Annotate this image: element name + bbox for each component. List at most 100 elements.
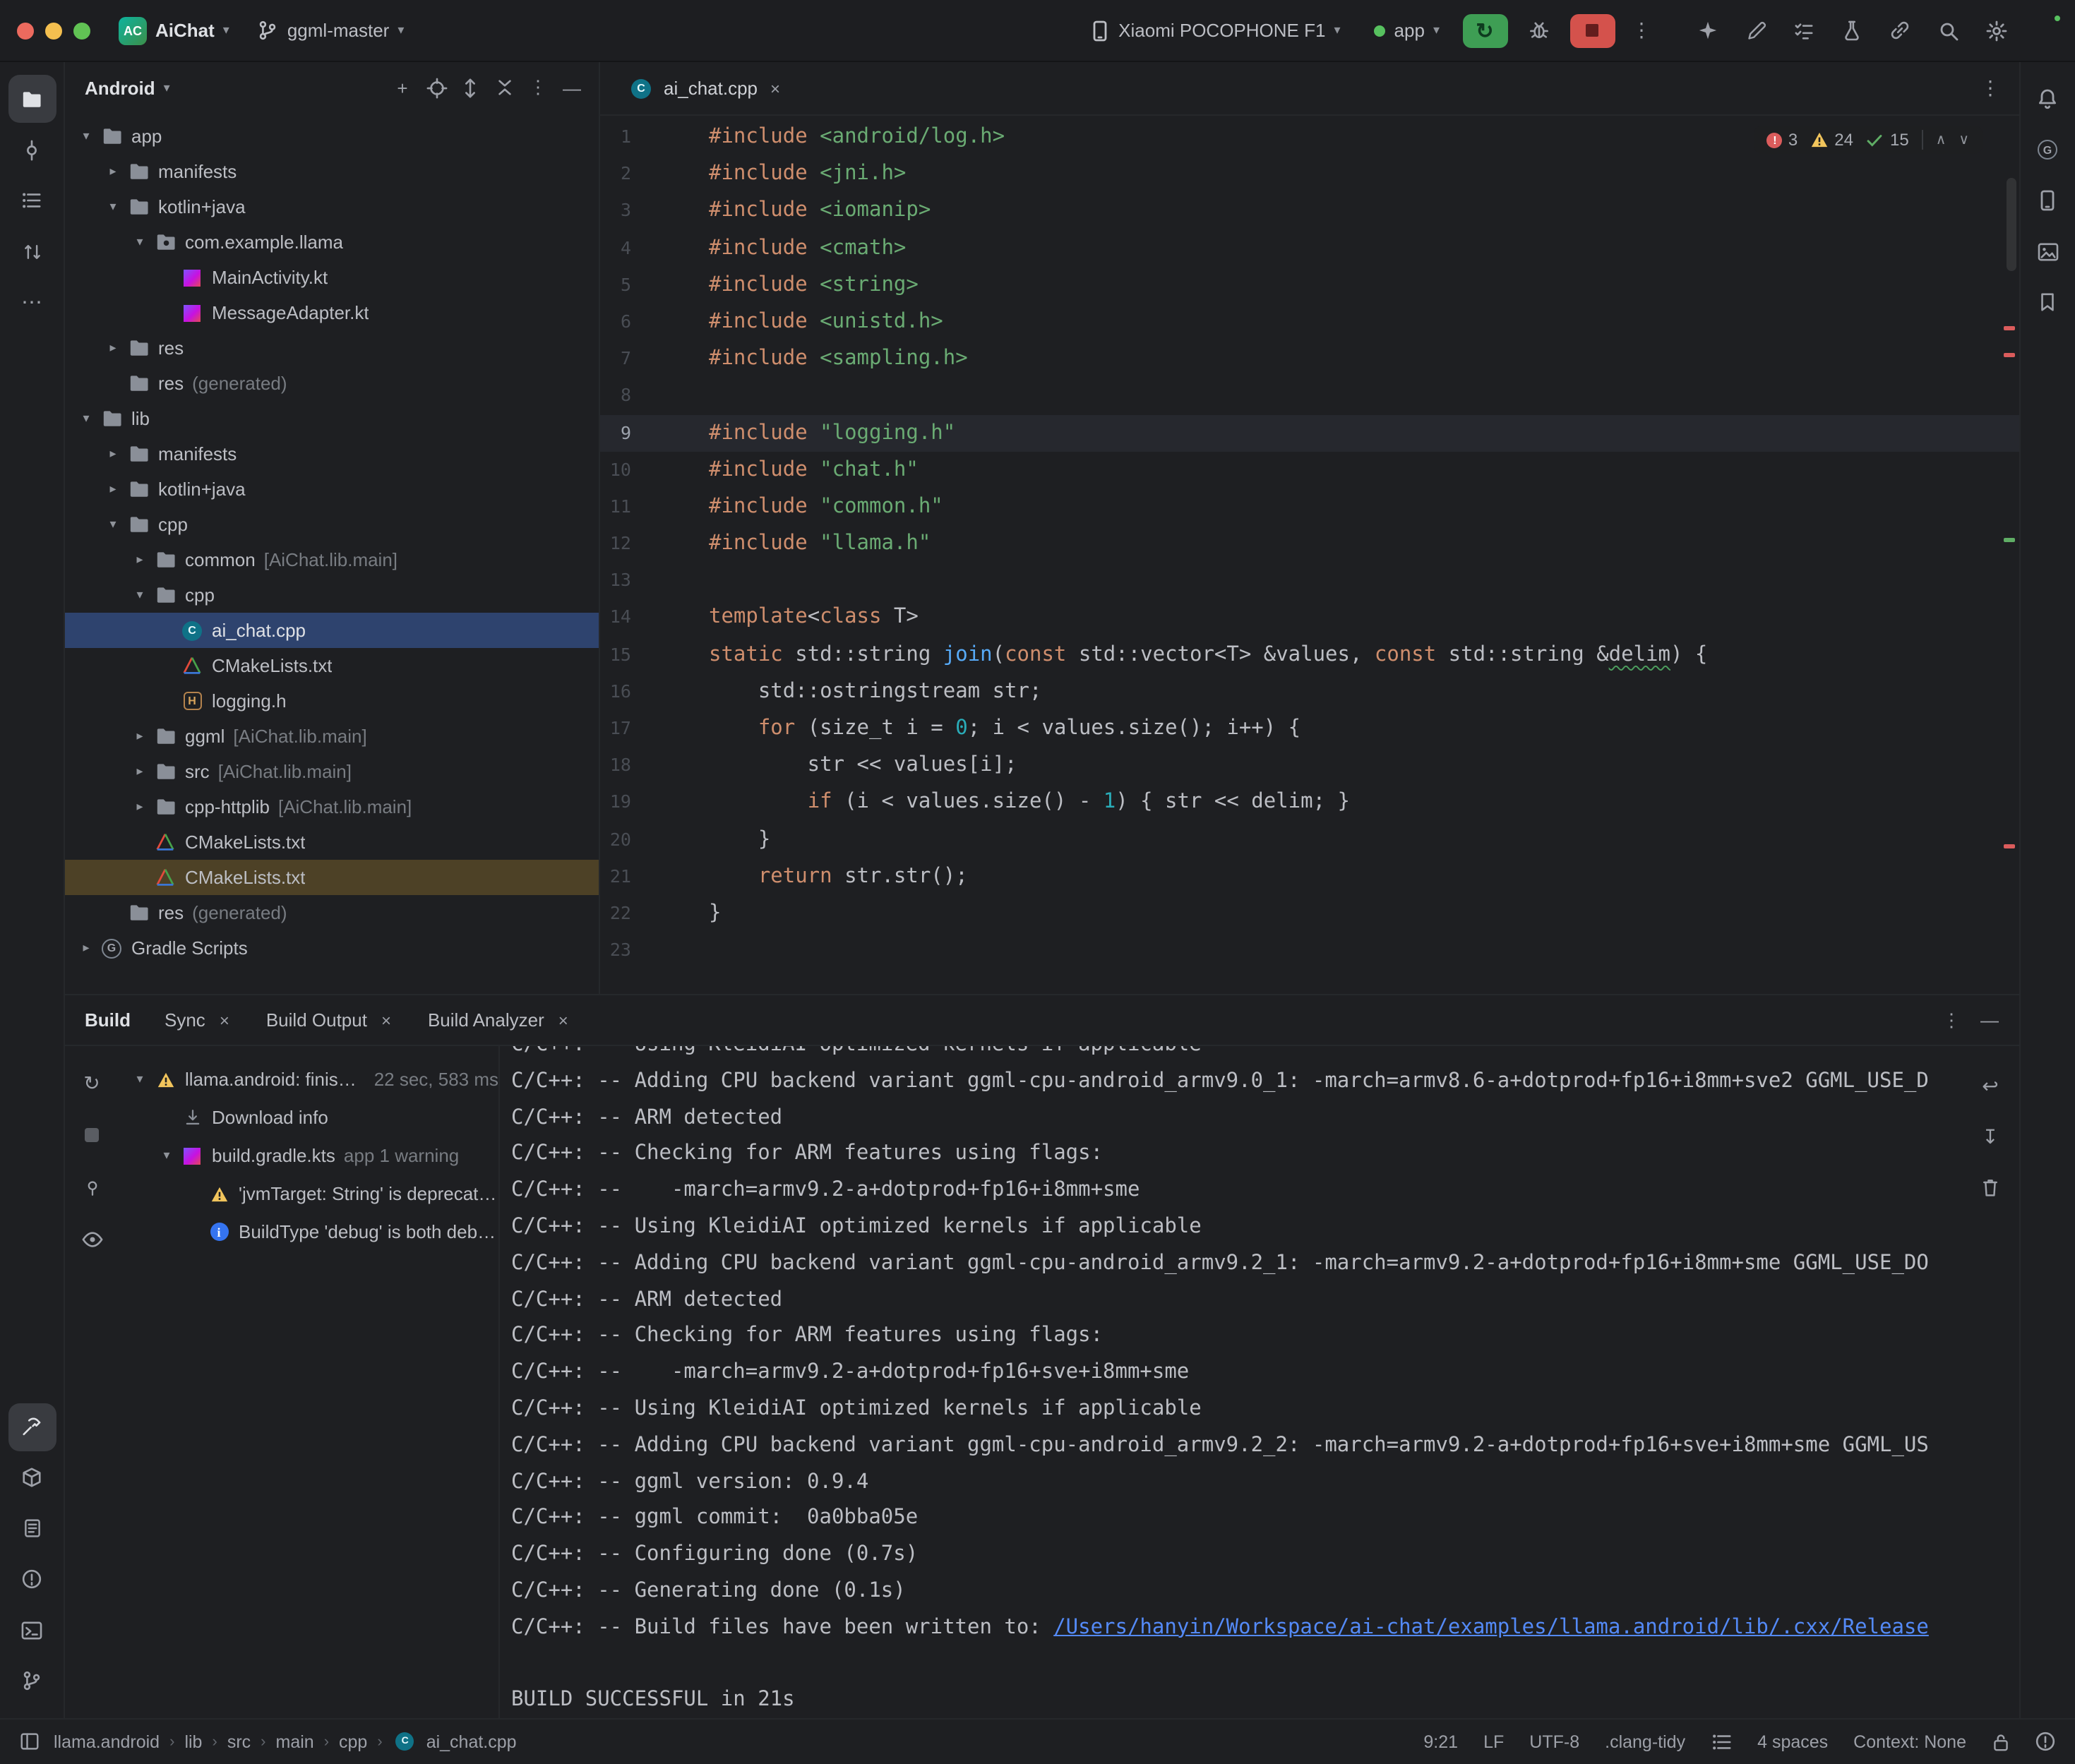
project-tree-item[interactable]: Hlogging.h (65, 683, 599, 719)
code-style-icon[interactable] (1711, 1732, 1732, 1751)
logcat-tool-button[interactable] (8, 1504, 56, 1552)
chevron-closed-icon[interactable]: ▸ (100, 481, 126, 497)
project-tree-item[interactable]: ▾com.example.llama (65, 224, 599, 260)
chevron-open-icon[interactable]: ▾ (154, 1148, 179, 1163)
chevron-closed-icon[interactable]: ▸ (127, 799, 153, 815)
user-avatar[interactable] (2027, 13, 2061, 47)
expand-selection-button[interactable] (455, 72, 486, 103)
build-tree-item[interactable]: iBuildType 'debug' is both debuggable (119, 1213, 498, 1251)
gradle-tool-button[interactable]: G (2023, 126, 2071, 174)
close-tab-icon[interactable]: × (220, 1010, 229, 1030)
code-line[interactable]: 9#include "logging.h" (600, 414, 2019, 451)
chevron-open-icon[interactable]: ▾ (127, 234, 153, 250)
chevron-open-icon[interactable]: ▾ (127, 1072, 153, 1087)
chevron-closed-icon[interactable]: ▸ (100, 164, 126, 179)
indent-style[interactable]: 4 spaces (1757, 1732, 1828, 1751)
build-variants-button[interactable] (1832, 11, 1872, 50)
line-number[interactable]: 16 (600, 673, 648, 710)
build-tool-button[interactable] (8, 1403, 56, 1451)
chevron-closed-icon[interactable]: ▸ (127, 728, 153, 744)
panel-options-button[interactable]: ⋮ (522, 72, 554, 103)
build-tab[interactable]: Build Output× (266, 1009, 391, 1031)
error-count[interactable]: !3 (1767, 130, 1798, 150)
build-tree-item[interactable]: ▾llama.android: finished22 sec, 583 ms (119, 1060, 498, 1098)
line-number[interactable]: 22 (600, 895, 648, 932)
ai-assistant-button[interactable] (1688, 11, 1728, 50)
project-tree-item[interactable]: ▸src[AiChat.lib.main] (65, 754, 599, 789)
project-tree-item[interactable]: ▾cpp (65, 577, 599, 613)
line-number[interactable]: 10 (600, 451, 648, 488)
project-tree-item[interactable]: MessageAdapter.kt (65, 295, 599, 330)
code-line[interactable]: 21 return str.str(); (600, 858, 2019, 895)
project-tree-item[interactable]: ▸kotlin+java (65, 472, 599, 507)
stop-app-button[interactable] (1569, 13, 1615, 47)
code-line[interactable]: 14template<class T> (600, 599, 2019, 636)
code-line[interactable]: 15static std::string join(const std::vec… (600, 636, 2019, 673)
next-problem-button[interactable]: ∨ (1959, 132, 1969, 148)
chevron-open-icon[interactable]: ▾ (73, 128, 99, 144)
resource-manager-button[interactable] (2023, 227, 2071, 275)
run-configuration-selector[interactable]: app ▾ (1363, 14, 1451, 47)
chevron-open-icon[interactable]: ▾ (100, 199, 126, 215)
bookmarks-button[interactable] (2023, 278, 2071, 326)
lock-icon[interactable] (1992, 1732, 2009, 1751)
add-button[interactable]: + (387, 72, 418, 103)
line-number[interactable]: 4 (600, 229, 648, 266)
line-number[interactable]: 8 (600, 378, 648, 414)
search-everywhere-button[interactable] (1928, 11, 1968, 50)
project-tree-item[interactable]: ▸cpp-httplib[AiChat.lib.main] (65, 789, 599, 824)
rerun-build-button[interactable]: ↻ (75, 1066, 109, 1100)
build-tab[interactable]: Build Analyzer× (428, 1009, 568, 1031)
todo-list-button[interactable] (1784, 11, 1824, 50)
stop-build-button[interactable] (75, 1118, 109, 1152)
error-stripe[interactable] (1999, 116, 2019, 994)
project-tree-item[interactable]: ▸ggml[AiChat.lib.main] (65, 719, 599, 754)
breadcrumb-item[interactable]: lib (184, 1732, 202, 1751)
line-number[interactable]: 15 (600, 636, 648, 673)
project-tree-item[interactable]: CMakeLists.txt (65, 860, 599, 895)
project-tree-item[interactable]: ▸common[AiChat.lib.main] (65, 542, 599, 577)
code-line[interactable]: 20 } (600, 821, 2019, 858)
error-highlighting-icon[interactable] (2034, 1731, 2055, 1752)
project-tree-item[interactable]: res(generated) (65, 895, 599, 930)
project-tree-item[interactable]: ▾app (65, 119, 599, 154)
code-line[interactable]: 2#include <jni.h> (600, 155, 2019, 192)
line-number[interactable]: 17 (600, 710, 648, 747)
code-line[interactable]: 23 (600, 932, 2019, 968)
line-number[interactable]: 11 (600, 488, 648, 525)
caret-position[interactable]: 9:21 (1423, 1732, 1458, 1751)
project-selector[interactable]: AC AiChat ▾ (107, 11, 241, 50)
code-line[interactable]: 18 str << values[i]; (600, 747, 2019, 784)
project-tree-item[interactable]: ▸manifests (65, 436, 599, 472)
project-tree-item[interactable]: ▸manifests (65, 154, 599, 189)
soft-wrap-button[interactable]: ↩ (1973, 1069, 2007, 1103)
code-line[interactable]: 12#include "llama.h" (600, 525, 2019, 562)
tab-options-button[interactable]: ⋮ (1973, 76, 2007, 100)
code-editor[interactable]: 1#include <android/log.h>2#include <jni.… (600, 116, 2019, 994)
code-line[interactable]: 10#include "chat.h" (600, 451, 2019, 488)
code-with-me-button[interactable] (1880, 11, 1920, 50)
line-number[interactable]: 3 (600, 193, 648, 229)
console-link[interactable]: /Users/hanyin/Workspace/ai-chat/examples… (1053, 1616, 1929, 1639)
device-manager-button[interactable] (2023, 176, 2071, 224)
project-tree-item[interactable]: ▾lib (65, 401, 599, 436)
clear-console-button[interactable] (1973, 1170, 2007, 1204)
filter-messages-button[interactable] (75, 1223, 109, 1256)
line-number[interactable]: 9 (600, 414, 648, 451)
line-number[interactable]: 21 (600, 858, 648, 895)
line-number[interactable]: 1 (600, 119, 648, 155)
notifications-button[interactable] (2023, 75, 2071, 123)
build-tree-item[interactable]: ▾build.gradle.ktsapp 1 warning (119, 1136, 498, 1175)
project-tree-item[interactable]: res(generated) (65, 366, 599, 401)
collapse-all-button[interactable] (489, 72, 520, 103)
line-number[interactable]: 13 (600, 563, 648, 599)
compiler-context[interactable]: Context: None (1853, 1732, 1966, 1751)
pin-tab-button[interactable] (75, 1170, 109, 1204)
minimize-window-button[interactable] (45, 22, 62, 39)
zoom-window-button[interactable] (73, 22, 90, 39)
commit-tool-button[interactable] (8, 126, 56, 174)
code-line[interactable]: 5#include <string> (600, 267, 2019, 304)
tool-window-switcher-icon[interactable] (20, 1732, 40, 1751)
code-line[interactable]: 3#include <iomanip> (600, 193, 2019, 229)
line-number[interactable]: 19 (600, 784, 648, 821)
